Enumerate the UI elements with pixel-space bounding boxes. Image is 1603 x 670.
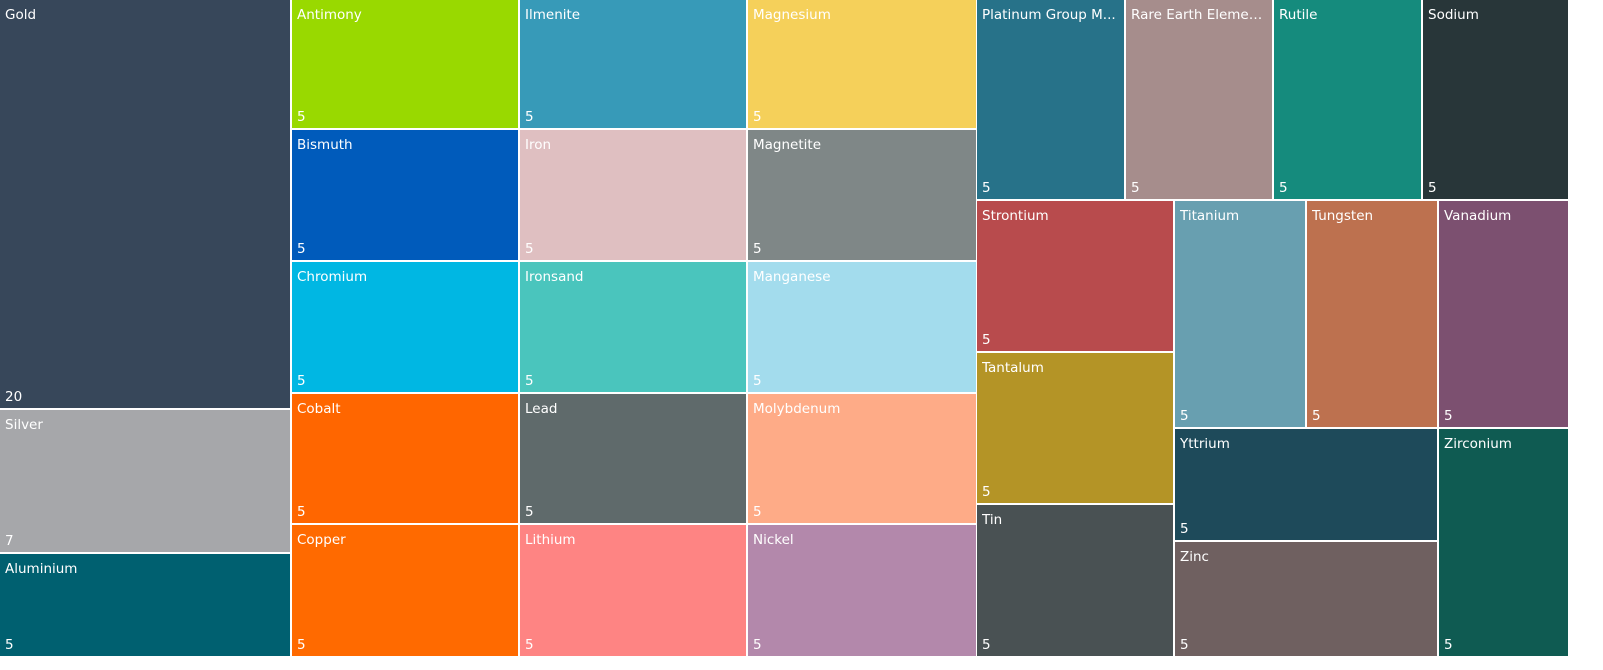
- tile-value: 5: [1180, 521, 1189, 537]
- tile-value: 5: [753, 109, 762, 125]
- tile-value: 5: [297, 504, 306, 520]
- tile-value: 5: [1279, 180, 1288, 196]
- treemap-tile[interactable]: Tantalum 5: [977, 353, 1173, 503]
- tile-value: 5: [753, 373, 762, 389]
- treemap-tile[interactable]: Tin 5: [977, 505, 1173, 656]
- treemap-tile[interactable]: Iron 5: [520, 130, 746, 260]
- tile-value: 20: [5, 389, 23, 405]
- tile-label: Silver: [5, 417, 43, 433]
- tile-label: Tin: [982, 512, 1003, 528]
- treemap-tile[interactable]: Titanium 5: [1175, 201, 1305, 427]
- tile-value: 5: [982, 180, 991, 196]
- treemap-tile[interactable]: Zirconium 5: [1439, 429, 1568, 656]
- treemap-tile[interactable]: Antimony 5: [292, 0, 518, 128]
- tile-label: Ironsand: [525, 269, 584, 285]
- treemap-tile[interactable]: Magnesium 5: [748, 0, 976, 128]
- treemap-tile[interactable]: Aluminium 5: [0, 554, 290, 656]
- treemap-tile[interactable]: Ironsand 5: [520, 262, 746, 392]
- treemap-tile[interactable]: Rutile 5: [1274, 0, 1421, 199]
- treemap-tile[interactable]: Bismuth 5: [292, 130, 518, 260]
- treemap-tile[interactable]: Ilmenite 5: [520, 0, 746, 128]
- tile-label: Copper: [297, 532, 346, 548]
- tile-label: Chromium: [297, 269, 368, 285]
- treemap-tile[interactable]: Lithium 5: [520, 525, 746, 656]
- treemap-tile[interactable]: Platinum Group M... 5: [977, 0, 1124, 199]
- tile-value: 5: [525, 504, 534, 520]
- tile-label: Strontium: [982, 208, 1049, 224]
- tile-label: Cobalt: [297, 401, 341, 417]
- tile-value: 5: [297, 373, 306, 389]
- tile-value: 5: [753, 241, 762, 257]
- tile-value: 5: [753, 504, 762, 520]
- tile-label: Lead: [525, 401, 558, 417]
- tile-label: Rare Earth Elements: [1131, 7, 1268, 23]
- tile-label: Magnetite: [753, 137, 821, 153]
- tile-value: 5: [525, 373, 534, 389]
- treemap-tile[interactable]: Lead 5: [520, 394, 746, 523]
- treemap-tile[interactable]: Silver 7: [0, 410, 290, 552]
- tile-label: Yttrium: [1180, 436, 1230, 452]
- tile-label: Lithium: [525, 532, 576, 548]
- tile-label: Antimony: [297, 7, 362, 23]
- tile-label: Magnesium: [753, 7, 831, 23]
- treemap-tile[interactable]: Yttrium 5: [1175, 429, 1437, 540]
- tile-value: 5: [1131, 180, 1140, 196]
- treemap-tile[interactable]: Nickel 5: [748, 525, 976, 656]
- tile-label: Rutile: [1279, 7, 1318, 23]
- treemap-tile[interactable]: Manganese 5: [748, 262, 976, 392]
- tile-value: 5: [1428, 180, 1437, 196]
- tile-label: Iron: [525, 137, 552, 153]
- tile-value: 5: [297, 637, 306, 653]
- tile-label: Titanium: [1180, 208, 1240, 224]
- tile-label: Sodium: [1428, 7, 1479, 23]
- tile-value: 5: [1180, 637, 1189, 653]
- treemap-tile[interactable]: Magnetite 5: [748, 130, 976, 260]
- tile-value: 5: [1444, 637, 1453, 653]
- tile-label: Vanadium: [1444, 208, 1512, 224]
- tile-label: Molybdenum: [753, 401, 841, 417]
- treemap-tile[interactable]: Chromium 5: [292, 262, 518, 392]
- tile-value: 5: [982, 332, 991, 348]
- treemap-tile[interactable]: Molybdenum 5: [748, 394, 976, 523]
- treemap-tile[interactable]: Gold 20: [0, 0, 290, 408]
- tile-label: Zirconium: [1444, 436, 1512, 452]
- tile-value: 7: [5, 533, 14, 549]
- tile-value: 5: [297, 241, 306, 257]
- treemap-tile[interactable]: Cobalt 5: [292, 394, 518, 523]
- treemap-tile[interactable]: Copper 5: [292, 525, 518, 656]
- tile-label: Zinc: [1180, 549, 1209, 565]
- tile-label: Platinum Group M...: [982, 7, 1116, 23]
- tile-value: 5: [1180, 408, 1189, 424]
- treemap-tile[interactable]: Vanadium 5: [1439, 201, 1568, 427]
- treemap-tile[interactable]: Zinc 5: [1175, 542, 1437, 656]
- tile-label: Gold: [5, 7, 37, 23]
- tile-value: 5: [1312, 408, 1321, 424]
- tile-value: 5: [525, 241, 534, 257]
- tile-value: 5: [525, 637, 534, 653]
- tile-label: Tungsten: [1312, 208, 1374, 224]
- tile-value: 5: [525, 109, 534, 125]
- treemap-tile[interactable]: Tungsten 5: [1307, 201, 1437, 427]
- tile-label: Tantalum: [982, 360, 1044, 376]
- tile-label: Ilmenite: [525, 7, 581, 23]
- tile-label: Manganese: [753, 269, 831, 285]
- treemap-tile[interactable]: Strontium 5: [977, 201, 1173, 351]
- tile-value: 5: [297, 109, 306, 125]
- treemap-tile[interactable]: Sodium 5: [1423, 0, 1568, 199]
- tile-label: Aluminium: [5, 561, 78, 577]
- tile-value: 5: [1444, 408, 1453, 424]
- tile-value: 5: [982, 637, 991, 653]
- tile-label: Bismuth: [297, 137, 353, 153]
- tile-value: 5: [982, 484, 991, 500]
- tile-value: 5: [753, 637, 762, 653]
- tile-value: 5: [5, 637, 14, 653]
- treemap-tile[interactable]: Rare Earth Elements 5: [1126, 0, 1272, 199]
- tile-label: Nickel: [753, 532, 794, 548]
- treemap-chart: Gold 20 Silver 7 Aluminium 5 Antimony 5 Bismuth 5…: [0, 0, 1603, 670]
